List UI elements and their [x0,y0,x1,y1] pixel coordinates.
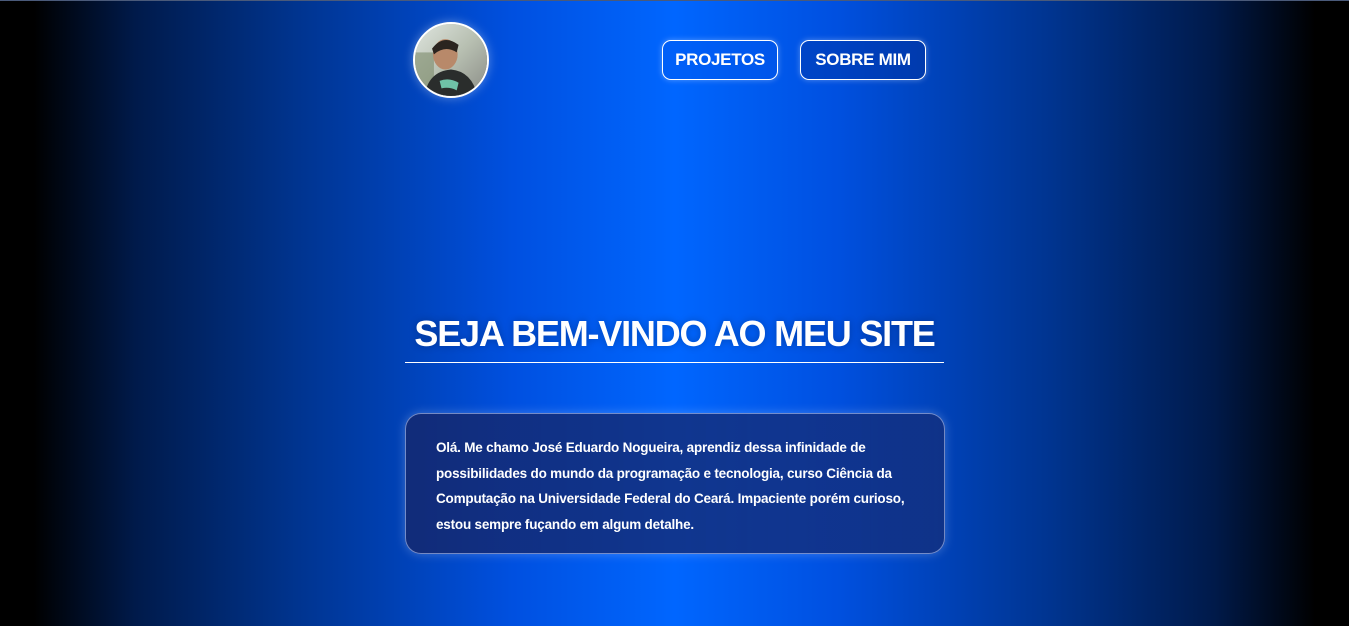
profile-avatar [413,22,489,98]
about-card: Olá. Me chamo José Eduardo Nogueira, apr… [405,413,945,554]
hero-underline [405,362,944,363]
top-divider [0,0,1349,1]
nav-about-button[interactable]: SOBRE MIM [800,40,926,80]
profile-photo-image [415,24,487,96]
nav-projects-button[interactable]: PROJETOS [662,40,778,80]
main-nav: PROJETOS SOBRE MIM [662,40,926,80]
about-text: Olá. Me chamo José Eduardo Nogueira, apr… [436,440,905,532]
hero-title: SEJA BEM-VINDO AO MEU SITE [414,313,935,354]
